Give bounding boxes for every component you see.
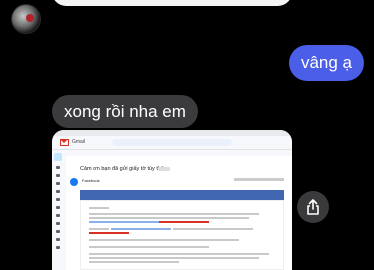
body-line — [89, 239, 239, 241]
body-line — [89, 257, 259, 259]
email-banner — [80, 190, 284, 200]
body-line — [89, 261, 179, 263]
received-message-bubble[interactable]: xong rồi nha em — [52, 95, 198, 128]
file-icon — [56, 206, 60, 209]
sent-message-bubble[interactable]: vâng ạ — [288, 45, 364, 81]
image-attachment[interactable]: Gmail Cảm ơn bạn đã gửi giấy tờ tùy thân… — [52, 130, 292, 270]
chat-icon — [56, 238, 60, 241]
body-line — [89, 228, 109, 230]
inbox-icon — [56, 166, 60, 169]
share-button[interactable] — [297, 191, 329, 223]
share-icon — [307, 199, 319, 215]
email-body — [80, 200, 284, 270]
video-icon — [56, 246, 60, 249]
sender-name: Facebook — [82, 178, 100, 183]
body-line — [89, 253, 269, 255]
gmail-label: Gmail — [72, 139, 86, 145]
redacted-mark — [89, 232, 129, 234]
redacted-mark — [159, 221, 209, 223]
body-link — [111, 228, 171, 230]
body-line — [89, 213, 259, 215]
body-line — [89, 207, 109, 209]
previous-image-attachment[interactable] — [52, 0, 292, 6]
star-icon — [56, 174, 60, 177]
gmail-icon — [60, 139, 69, 146]
send-icon — [56, 198, 60, 201]
tag-icon — [56, 222, 60, 225]
folder-icon — [56, 230, 60, 233]
email-view: Cảm ơn bạn đã gửi giấy tờ tùy thân Faceb… — [66, 156, 292, 270]
mail-icon — [56, 214, 60, 217]
body-line — [89, 217, 249, 219]
gmail-header: Gmail — [52, 136, 292, 150]
contact-avatar[interactable] — [11, 4, 41, 34]
clock-icon — [56, 182, 60, 185]
facebook-icon — [70, 178, 78, 186]
body-link — [89, 221, 159, 223]
gmail-search-bar — [112, 139, 232, 146]
gmail-side-rail — [52, 150, 64, 270]
avatar-detail — [26, 14, 34, 22]
body-line — [173, 228, 253, 230]
email-subject: Cảm ơn bạn đã gửi giấy tờ tùy thân — [80, 166, 168, 172]
body-line — [89, 246, 209, 248]
inbox-tag — [158, 167, 170, 171]
label-icon — [56, 190, 60, 193]
compose-icon — [54, 153, 62, 161]
email-date — [234, 178, 284, 181]
